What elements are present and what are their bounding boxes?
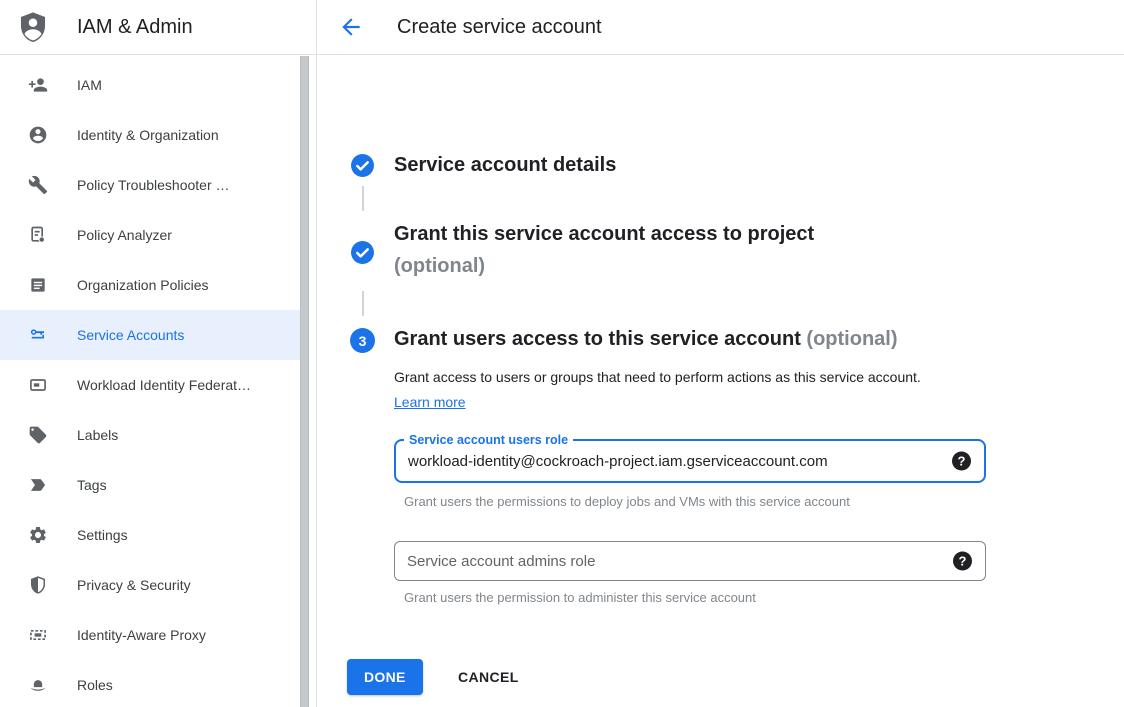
step3-title-text: Grant users access to this service accou…	[394, 328, 801, 350]
step1-check-icon	[350, 153, 375, 178]
back-arrow-icon[interactable]	[338, 14, 364, 40]
id-card-icon	[28, 375, 48, 395]
users-role-input[interactable]	[396, 441, 984, 481]
sidebar-header: IAM & Admin	[0, 0, 316, 55]
document-gear-icon	[28, 225, 48, 245]
half-shield-icon	[28, 575, 48, 595]
done-button[interactable]: DONE	[347, 659, 423, 695]
sidebar-item-identity-organization[interactable]: Identity & Organization	[0, 110, 300, 160]
help-icon[interactable]: ?	[953, 552, 972, 571]
sidebar-scrollbar[interactable]	[300, 56, 309, 707]
article-icon	[28, 275, 48, 295]
step3-optional-label: (optional)	[806, 328, 897, 350]
admins-role-input[interactable]	[395, 542, 985, 580]
step2-optional-label: (optional)	[394, 250, 814, 282]
sidebar-item-policy-analyzer[interactable]: Policy Analyzer	[0, 210, 300, 260]
learn-more-link[interactable]: Learn more	[394, 394, 466, 410]
wrench-icon	[28, 175, 48, 195]
sidebar-item-roles[interactable]: Roles	[0, 660, 300, 707]
sidebar-item-workload-identity-federation[interactable]: Workload Identity Federat…	[0, 360, 300, 410]
label-tag-icon	[28, 425, 48, 445]
step-connector	[362, 291, 364, 316]
topbar: Create service account	[317, 0, 1124, 55]
gear-icon	[28, 525, 48, 545]
service-account-users-role-field: Service account users role ?	[394, 439, 986, 483]
hat-icon	[28, 675, 48, 695]
cancel-button[interactable]: CANCEL	[450, 659, 527, 695]
tag-arrow-icon	[28, 475, 48, 495]
page-title: Create service account	[397, 16, 602, 39]
step2-title: Grant this service account access to pro…	[394, 218, 814, 282]
gcp-console-create-service-account: IAM & Admin IAM Identity & Organization …	[0, 0, 1124, 707]
help-icon[interactable]: ?	[952, 452, 971, 471]
sidebar-title: IAM & Admin	[77, 16, 193, 39]
create-service-account-form: Service account details Grant this servi…	[317, 55, 1124, 707]
step-connector	[362, 186, 364, 211]
iam-shield-icon	[16, 10, 50, 44]
iam-admin-sidebar: IAM & Admin IAM Identity & Organization …	[0, 0, 317, 707]
sidebar-item-organization-policies[interactable]: Organization Policies	[0, 260, 300, 310]
sidebar-nav: IAM Identity & Organization Policy Troub…	[0, 60, 300, 707]
sidebar-item-iam[interactable]: IAM	[0, 60, 300, 110]
service-account-admins-role-field: ?	[394, 541, 986, 581]
step1-title: Service account details	[394, 149, 616, 181]
sidebar-item-service-accounts[interactable]: Service Accounts	[0, 310, 300, 360]
step3-number-badge: 3	[350, 328, 375, 353]
step3-title: Grant users access to this service accou…	[394, 323, 898, 355]
step2-title-text: Grant this service account access to pro…	[394, 223, 814, 245]
account-circle-icon	[28, 125, 48, 145]
sidebar-item-policy-troubleshooter[interactable]: Policy Troubleshooter …	[0, 160, 300, 210]
proxy-icon	[28, 625, 48, 645]
sidebar-item-tags[interactable]: Tags	[0, 460, 300, 510]
sidebar-item-settings[interactable]: Settings	[0, 510, 300, 560]
step3-description: Grant access to users or groups that nee…	[394, 365, 950, 415]
person-add-icon	[28, 75, 48, 95]
sidebar-item-identity-aware-proxy[interactable]: Identity-Aware Proxy	[0, 610, 300, 660]
service-account-key-icon	[28, 325, 48, 345]
step2-check-icon	[350, 240, 375, 265]
admins-role-helper-text: Grant users the permission to administer…	[404, 590, 756, 605]
sidebar-item-labels[interactable]: Labels	[0, 410, 300, 460]
sidebar-item-privacy-security[interactable]: Privacy & Security	[0, 560, 300, 610]
users-role-helper-text: Grant users the permissions to deploy jo…	[404, 494, 850, 509]
